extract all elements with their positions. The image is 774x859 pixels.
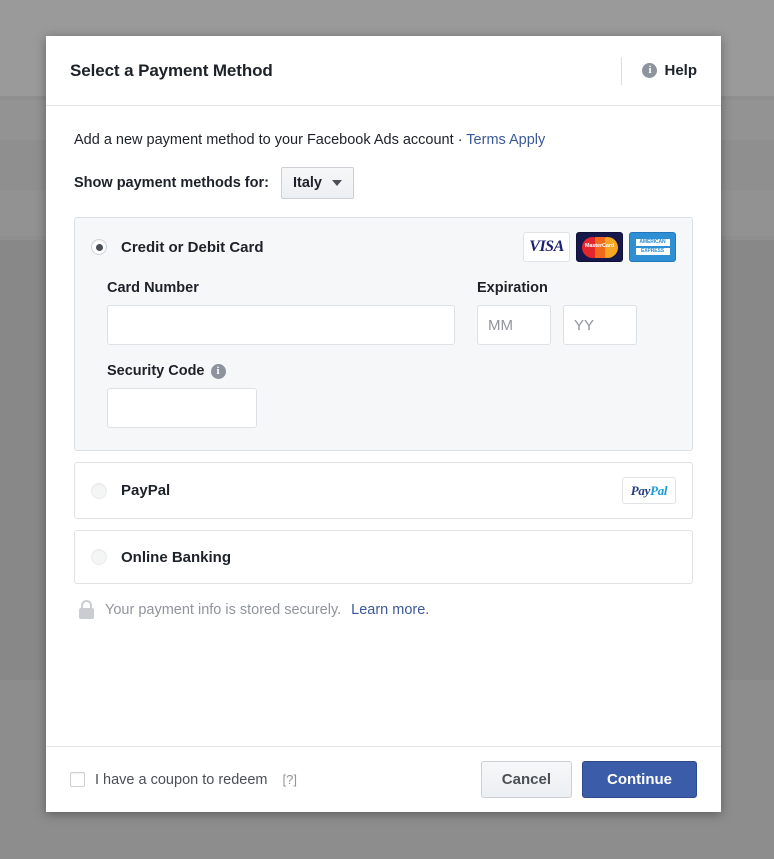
card-number-field-group: Card Number <box>107 280 455 345</box>
learn-more-link[interactable]: Learn more. <box>351 602 429 618</box>
secure-storage-notice: Your payment info is stored securely. Le… <box>78 600 693 619</box>
coupon-checkbox[interactable] <box>70 772 85 787</box>
mastercard-logo-text: MasterCard <box>584 243 615 249</box>
security-code-label-text: Security Code <box>107 363 205 379</box>
info-icon: i <box>642 63 658 78</box>
country-select-value: Italy <box>292 175 322 191</box>
amex-logo-icon: AMERICAN EXPRESS <box>629 232 676 262</box>
radio-online-banking[interactable] <box>91 549 107 565</box>
chevron-down-icon <box>331 180 342 186</box>
radio-paypal[interactable] <box>91 482 107 499</box>
intro-paragraph: Add a new payment method to your Faceboo… <box>74 128 654 153</box>
coupon-label: I have a coupon to redeem <box>95 771 268 788</box>
secure-storage-text: Your payment info is stored securely. <box>105 601 342 618</box>
card-number-label: Card Number <box>107 280 199 296</box>
payment-option-header[interactable]: PayPal Pay Pal <box>75 463 692 518</box>
credit-card-form: Card Number Expiration Security Code <box>75 276 692 450</box>
security-code-label: Security Code i <box>107 363 676 379</box>
dialog-title: Select a Payment Method <box>70 60 273 80</box>
radio-credit-debit-card[interactable] <box>91 239 107 255</box>
intro-separator: · <box>457 132 467 148</box>
payment-option-credit-debit-card[interactable]: Credit or Debit Card VISA MasterCard AME… <box>74 217 693 451</box>
payment-method-dialog: Select a Payment Method i Help Add a new… <box>46 36 721 812</box>
security-code-field-group: Security Code i <box>107 363 676 428</box>
paypal-logo-text-pay: Pay <box>630 482 651 498</box>
payment-option-header[interactable]: Online Banking <box>75 531 692 583</box>
cancel-button[interactable]: Cancel <box>480 761 572 798</box>
amex-logo-line1: AMERICAN <box>635 239 670 246</box>
continue-button[interactable]: Continue <box>582 761 697 798</box>
lock-body <box>79 608 94 619</box>
intro-text: Add a new payment method to your Faceboo… <box>74 132 458 148</box>
lock-icon <box>78 600 95 619</box>
country-filter-label: Show payment methods for: <box>74 175 269 191</box>
header-right-group: i Help <box>621 56 697 85</box>
card-number-expiration-row: Card Number Expiration <box>107 280 676 345</box>
payment-option-header[interactable]: Credit or Debit Card VISA MasterCard AME… <box>75 218 692 276</box>
paypal-logo-icon: Pay Pal <box>622 477 676 504</box>
help-label: Help <box>664 62 697 79</box>
card-number-input[interactable] <box>107 305 455 345</box>
security-code-info-icon[interactable]: i <box>210 363 226 379</box>
security-code-input[interactable] <box>107 388 257 428</box>
dialog-footer: I have a coupon to redeem [?] Cancel Con… <box>46 746 721 812</box>
amex-logo-line2: EXPRESS <box>635 248 670 255</box>
payment-option-online-banking[interactable]: Online Banking <box>74 530 693 584</box>
visa-logo-icon: VISA <box>523 232 570 262</box>
payment-option-paypal[interactable]: PayPal Pay Pal <box>74 462 693 519</box>
expiration-year-input[interactable] <box>563 305 637 345</box>
visa-logo-text: VISA <box>529 238 564 255</box>
country-filter-row: Show payment methods for: Italy <box>74 167 693 199</box>
expiration-field-group: Expiration <box>477 280 637 345</box>
expiration-label: Expiration <box>477 280 548 296</box>
dialog-header: Select a Payment Method i Help <box>46 36 721 106</box>
help-button[interactable]: i Help <box>642 62 697 79</box>
mastercard-circles: MasterCard <box>580 235 620 259</box>
paypal-logo-text-pal: Pal <box>650 482 668 498</box>
payment-option-label: Credit or Debit Card <box>121 238 264 256</box>
coupon-checkbox-group[interactable]: I have a coupon to redeem [?] <box>70 772 297 788</box>
coupon-help-hint[interactable]: [?] <box>283 772 297 787</box>
footer-action-buttons: Cancel Continue <box>480 761 697 798</box>
payment-option-label: Online Banking <box>121 548 232 566</box>
terms-apply-link[interactable]: Terms Apply <box>466 132 545 148</box>
paypal-brand-logo: Pay Pal <box>622 477 676 504</box>
country-select[interactable]: Italy <box>280 167 354 199</box>
payment-option-label: PayPal <box>121 482 171 499</box>
card-brand-logos: VISA MasterCard AMERICAN EXPRESS <box>523 232 676 262</box>
expiration-month-input[interactable] <box>477 305 551 345</box>
dialog-body: Add a new payment method to your Faceboo… <box>46 106 721 746</box>
mastercard-logo-icon: MasterCard <box>576 232 623 262</box>
expiration-inputs <box>477 305 637 345</box>
